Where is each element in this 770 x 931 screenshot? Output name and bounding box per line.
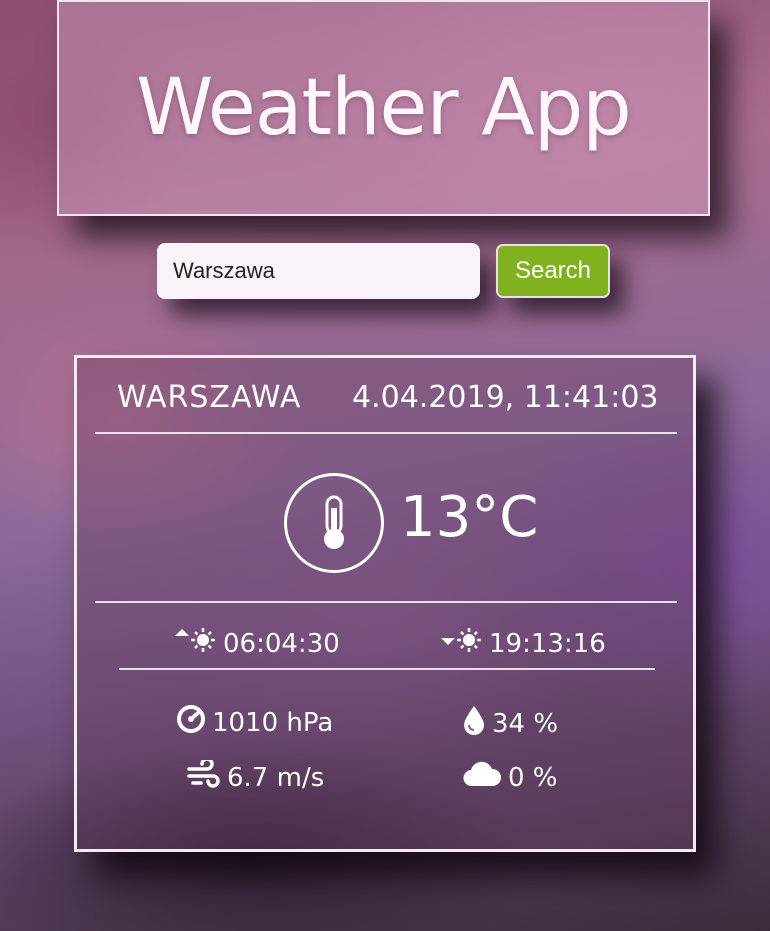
city-name: WARSZAWA: [117, 380, 302, 415]
humidity-icon: [462, 704, 486, 743]
sunset-icon: [439, 626, 483, 661]
sunrise-time: 06:04:30: [223, 628, 340, 659]
sunset-info: 19:13:16: [439, 626, 606, 661]
wind-info: 6.7 m/s: [187, 757, 325, 795]
humidity-info: 34 %: [462, 704, 558, 743]
clouds-value: 0 %: [508, 762, 558, 793]
sunrise-info: 06:04:30: [173, 626, 340, 661]
weather-card: WARSZAWA 4.04.2019, 11:41:03 13°C 06:04:…: [74, 355, 696, 852]
wind-icon: [187, 757, 221, 795]
divider: [95, 601, 677, 603]
cloud-icon: [462, 760, 502, 795]
humidity-value: 34 %: [492, 708, 559, 739]
search-bar: Search: [157, 243, 617, 301]
pressure-value: 1010 hPa: [212, 707, 334, 738]
thermometer-icon: [284, 473, 384, 573]
temperature-value: 13°C: [400, 485, 539, 550]
sunrise-icon: [173, 626, 217, 661]
app-header: Weather App: [57, 0, 710, 216]
wind-value: 6.7 m/s: [227, 762, 325, 793]
pressure-icon: [176, 704, 206, 741]
clouds-info: 0 %: [462, 760, 558, 795]
divider: [95, 432, 677, 434]
sunset-time: 19:13:16: [489, 628, 606, 659]
divider: [119, 668, 655, 670]
card-header: WARSZAWA 4.04.2019, 11:41:03: [77, 380, 693, 420]
date-time: 4.04.2019, 11:41:03: [352, 380, 659, 415]
search-button[interactable]: Search: [496, 244, 610, 298]
temperature-row: 13°C: [77, 473, 693, 579]
app-title: Weather App: [136, 63, 632, 153]
search-input[interactable]: [157, 243, 480, 299]
pressure-info: 1010 hPa: [176, 704, 333, 741]
